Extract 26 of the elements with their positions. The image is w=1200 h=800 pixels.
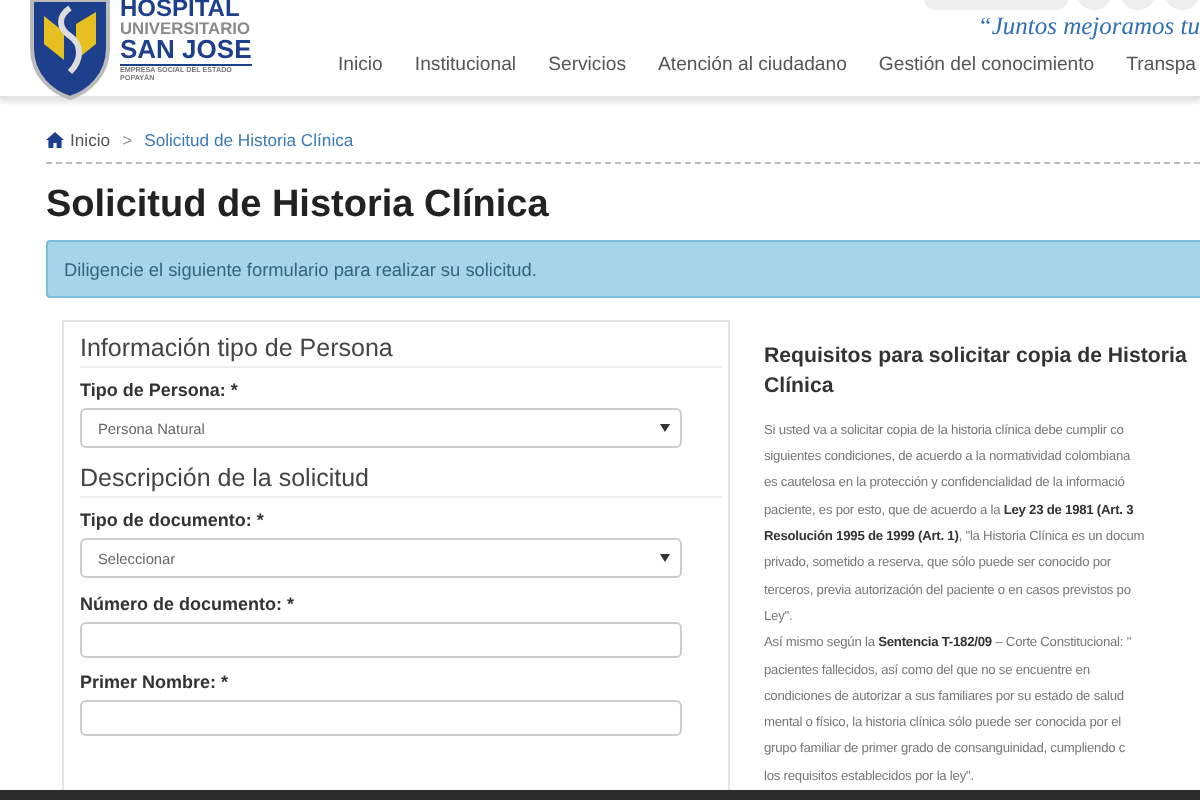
info-alert: Diligencie el siguiente formulario para realizar su solicitud. [46, 240, 1200, 299]
section-heading: Descripción de la solicitud [80, 464, 722, 499]
field-label: Tipo de documento: * [80, 510, 266, 531]
field-label: Número de documento: * [80, 594, 297, 615]
breadcrumb-link[interactable]: Inicio [46, 130, 111, 150]
logo-text: SAN JOSE [120, 36, 252, 63]
field-label: Primer Nombre: * [80, 672, 231, 693]
nav-link[interactable]: Transpa [1126, 54, 1196, 76]
requirements-heading: Requisitos para solicitar copia de Historia Clínica [764, 342, 1188, 402]
nav-link[interactable]: Atención al ciudadano [658, 54, 847, 76]
slogan: “Juntos mejoramos tu [977, 12, 1200, 42]
logo-text: UNIVERSITARIO [120, 20, 252, 37]
input-field[interactable] [80, 700, 682, 737]
nav-link[interactable]: Inicio [338, 54, 383, 76]
breadcrumb-link[interactable]: Solicitud de Historia Clínica [144, 130, 354, 150]
home-icon [46, 132, 64, 148]
breadcrumb-separator: > [122, 130, 133, 150]
section-heading: Información tipo de Persona [80, 334, 722, 369]
nav-link[interactable]: Servicios [548, 54, 626, 76]
caret-icon [660, 554, 670, 563]
field-label: Tipo de Persona: * [80, 380, 240, 401]
nav-link[interactable]: Institucional [414, 54, 517, 76]
caret-icon [660, 424, 670, 433]
nav-link[interactable]: Gestión del conocimiento [878, 54, 1095, 76]
page-title: Solicitud de Historia Clínica [46, 184, 551, 228]
input-field[interactable] [80, 622, 682, 659]
